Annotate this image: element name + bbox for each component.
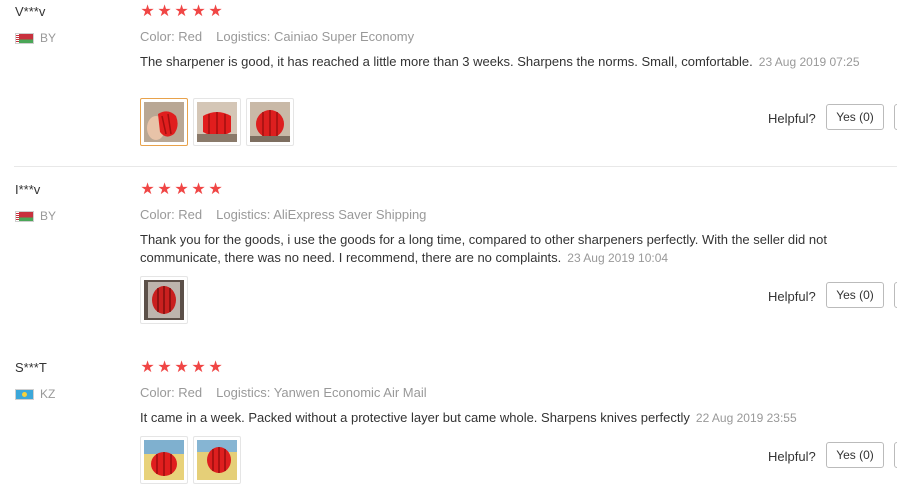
star-rating: ★ ★ ★ ★ ★ xyxy=(140,359,223,377)
color-info: Color: Red xyxy=(140,385,203,400)
country-code: KZ xyxy=(40,387,56,401)
sharpener-photo-image xyxy=(144,102,184,142)
star-icon: ★ xyxy=(191,181,206,198)
order-info: Color: Red Logistics: AliExpress Saver Sh… xyxy=(140,207,426,222)
review-photos xyxy=(140,98,294,146)
belarus-flag-icon xyxy=(15,32,34,44)
star-icon: ★ xyxy=(174,3,189,20)
reviewer-country: KZ xyxy=(15,387,55,401)
belarus-flag-icon xyxy=(15,210,34,222)
star-rating: ★ ★ ★ ★ ★ xyxy=(140,3,223,21)
review-body: The sharpener is good, it has reached a … xyxy=(140,54,753,69)
review-photo-thumbnail[interactable] xyxy=(140,436,188,484)
logistics-info: Logistics: Cainiao Super Economy xyxy=(216,29,415,44)
review-item: S***T KZ ★ ★ ★ ★ ★ Color: Red Logistics: … xyxy=(0,356,897,497)
kazakhstan-flag-icon xyxy=(15,388,34,400)
star-icon: ★ xyxy=(157,359,172,376)
review-item: V***v BY ★ ★ ★ ★ ★ Color: Red Logistics: … xyxy=(0,0,897,167)
sharpener-photo-image xyxy=(250,102,290,142)
reviewer-name: I***v xyxy=(15,182,41,197)
reviewer-name: S***T xyxy=(15,360,47,375)
helpful-label: Helpful? xyxy=(768,449,816,464)
sharpener-photo-image xyxy=(197,102,237,142)
review-text: Thank you for the goods, i use the goods… xyxy=(140,231,860,267)
star-icon: ★ xyxy=(208,3,223,20)
star-icon: ★ xyxy=(208,181,223,198)
review-divider xyxy=(14,166,897,167)
review-photo-thumbnail[interactable] xyxy=(193,436,241,484)
country-code: BY xyxy=(40,31,57,45)
review-item: I***v BY ★ ★ ★ ★ ★ Color: Red Logistics: … xyxy=(0,178,897,345)
logistics-info: Logistics: Yanwen Economic Air Mail xyxy=(216,385,427,400)
star-icon: ★ xyxy=(140,3,155,20)
star-icon: ★ xyxy=(157,181,172,198)
logistics-info: Logistics: AliExpress Saver Shipping xyxy=(216,207,427,222)
sharpener-photo-image xyxy=(144,280,184,320)
star-rating: ★ ★ ★ ★ ★ xyxy=(140,181,223,199)
star-icon: ★ xyxy=(208,359,223,376)
country-code: BY xyxy=(40,209,57,223)
sharpener-photo-image xyxy=(197,440,237,480)
helpful-label: Helpful? xyxy=(768,111,816,126)
star-icon: ★ xyxy=(140,359,155,376)
review-body: Thank you for the goods, i use the goods… xyxy=(140,232,827,265)
reviewer-country: BY xyxy=(15,209,56,223)
review-photo-thumbnail[interactable] xyxy=(246,98,294,146)
star-icon: ★ xyxy=(174,181,189,198)
star-icon: ★ xyxy=(157,3,172,20)
helpful-label: Helpful? xyxy=(768,289,816,304)
review-date: 23 Aug 2019 07:25 xyxy=(758,55,860,69)
review-text: The sharpener is good, it has reached a … xyxy=(140,53,860,71)
review-photo-thumbnail[interactable] xyxy=(140,98,188,146)
star-icon: ★ xyxy=(174,359,189,376)
order-info: Color: Red Logistics: Cainiao Super Econo… xyxy=(140,29,414,44)
star-icon: ★ xyxy=(140,181,155,198)
review-photos xyxy=(140,276,188,324)
color-info: Color: Red xyxy=(140,29,203,44)
review-body: It came in a week. Packed without a prot… xyxy=(140,410,690,425)
helpful-yes-button[interactable]: Yes (0) xyxy=(826,282,884,308)
sharpener-photo-image xyxy=(144,440,184,480)
star-icon: ★ xyxy=(191,3,206,20)
order-info: Color: Red Logistics: Yanwen Economic Air… xyxy=(140,385,427,400)
review-date: 22 Aug 2019 23:55 xyxy=(695,411,797,425)
reviewer-name: V***v xyxy=(15,4,46,19)
review-text: It came in a week. Packed without a prot… xyxy=(140,409,860,427)
color-info: Color: Red xyxy=(140,207,203,222)
helpful-yes-button[interactable]: Yes (0) xyxy=(826,104,884,130)
star-icon: ★ xyxy=(191,359,206,376)
review-photos xyxy=(140,436,241,484)
review-date: 23 Aug 2019 10:04 xyxy=(567,251,669,265)
helpful-yes-button[interactable]: Yes (0) xyxy=(826,442,884,468)
review-photo-thumbnail[interactable] xyxy=(140,276,188,324)
review-photo-thumbnail[interactable] xyxy=(193,98,241,146)
reviewer-country: BY xyxy=(15,31,56,45)
